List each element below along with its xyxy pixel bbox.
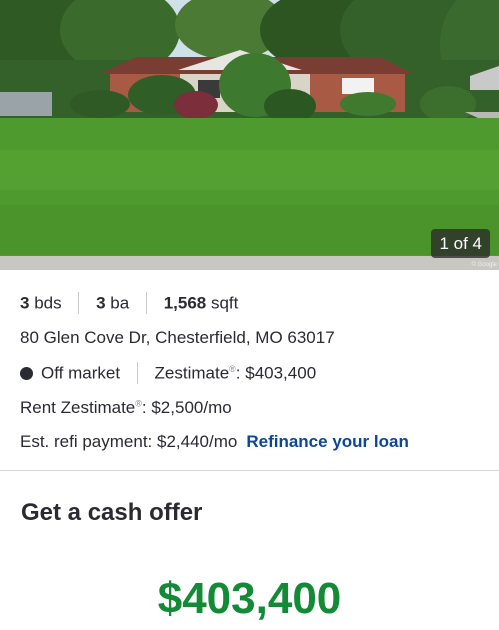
zestimate-label[interactable]: Zestimate <box>155 363 230 382</box>
rent-zestimate-value: : $2,500/mo <box>141 398 232 417</box>
rent-zestimate-label[interactable]: Rent Zestimate <box>20 398 135 417</box>
baths-unit: ba <box>110 293 130 313</box>
photo-counter[interactable]: 1 of 4 <box>431 229 490 258</box>
cash-offer-amount: $403,400 <box>157 574 342 623</box>
status-dot-icon <box>20 366 33 380</box>
sqft-unit: sqft <box>210 293 239 313</box>
divider-1 <box>78 292 80 314</box>
cash-offer-title: Get a cash offer <box>21 499 203 526</box>
section-divider <box>0 470 499 471</box>
registered-mark: ® <box>135 398 142 409</box>
sqft-value: 1,568 <box>163 293 207 313</box>
listing-photo[interactable]: 1 of 4 © Google <box>0 0 499 270</box>
refi-payment-text: Est. refi payment: $2,440/mo <box>20 432 238 451</box>
registered-mark: ® <box>229 363 236 374</box>
beds-count: 3 <box>20 293 30 313</box>
bed-bath-sqft-row: 3 bds 3 ba 1,568 sqft <box>20 292 239 315</box>
beds-unit: bds <box>34 293 62 313</box>
refinance-loan-link[interactable]: Refinance your loan <box>246 432 408 451</box>
refi-row: Est. refi payment: $2,440/mo Refinance yo… <box>20 432 409 452</box>
status-row: Off market Zestimate®: $403,400 <box>20 362 317 385</box>
address: 80 Glen Cove Dr, Chesterfield, MO 63017 <box>20 328 335 347</box>
rent-zestimate-row: Rent Zestimate®: $2,500/mo <box>20 398 232 418</box>
divider-3 <box>136 362 138 384</box>
divider-2 <box>145 292 147 314</box>
zestimate-value: : $403,400 <box>235 363 317 383</box>
status-text: Off market <box>41 363 121 383</box>
house-photo-image <box>0 0 499 270</box>
photo-credit: © Google <box>471 262 497 268</box>
baths-count: 3 <box>96 293 106 313</box>
